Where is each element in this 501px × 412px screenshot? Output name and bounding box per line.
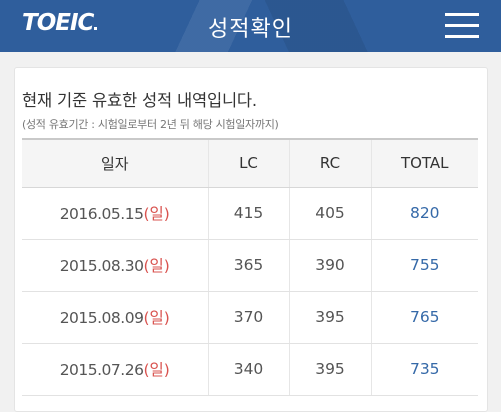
menu-bar (445, 13, 479, 16)
page-title: 성적확인 (208, 17, 293, 42)
total-cell[interactable]: 820 (370, 187, 478, 240)
menu-bar (445, 35, 479, 38)
total-score[interactable]: 735 (410, 360, 440, 378)
table-row[interactable]: 2015.07.26(일) 340 395 735 (22, 343, 478, 396)
date-cell: 2015.08.30(일) (22, 239, 208, 292)
exam-date: 2015.08.30 (59, 257, 144, 275)
header-date: 일자 (22, 138, 208, 188)
table-row[interactable]: 2015.08.30(일) 365 390 755 (22, 239, 478, 292)
total-score[interactable]: 820 (410, 204, 440, 222)
app-header: TOEIC 성적확인 (0, 0, 501, 52)
menu-bar (445, 24, 479, 27)
exam-day: (일) (143, 309, 170, 327)
total-cell[interactable]: 755 (370, 239, 478, 292)
exam-day: (일) (143, 361, 170, 379)
exam-day: (일) (143, 257, 170, 275)
total-cell[interactable]: 735 (370, 343, 478, 396)
exam-date: 2015.07.26 (59, 361, 144, 379)
score-table: 일자 LC RC TOTAL 2016.05.15(일) 415 405 820… (22, 138, 478, 396)
lc-score: 370 (207, 291, 289, 344)
lc-score: 415 (207, 187, 289, 240)
exam-date: 2016.05.15 (59, 205, 144, 223)
rc-score: 395 (288, 291, 371, 344)
hamburger-menu-icon[interactable] (445, 13, 479, 39)
total-cell[interactable]: 765 (370, 291, 478, 344)
exam-day: (일) (143, 205, 170, 223)
total-score[interactable]: 765 (410, 308, 440, 326)
header-total: TOTAL (370, 138, 478, 188)
rc-score: 395 (288, 343, 371, 396)
header-rc: RC (288, 138, 371, 188)
lc-score: 340 (207, 343, 289, 396)
date-cell: 2015.07.26(일) (22, 343, 208, 396)
rc-score: 390 (288, 239, 371, 292)
notice-text: 현재 기준 유효한 성적 내역입니다. (22, 91, 257, 110)
total-score[interactable]: 755 (410, 256, 440, 274)
table-row[interactable]: 2016.05.15(일) 415 405 820 (22, 187, 478, 240)
date-cell: 2016.05.15(일) (22, 187, 208, 240)
header-lc: LC (207, 138, 289, 188)
exam-date: 2015.08.09 (59, 309, 144, 327)
lc-score: 365 (207, 239, 289, 292)
table-row[interactable]: 2015.08.09(일) 370 395 765 (22, 291, 478, 344)
table-header-row: 일자 LC RC TOTAL (22, 138, 478, 188)
validity-note: (성적 유효기간 : 시험일로부터 2년 뒤 해당 시험일자까지) (22, 118, 279, 131)
date-cell: 2015.08.09(일) (22, 291, 208, 344)
rc-score: 405 (288, 187, 371, 240)
